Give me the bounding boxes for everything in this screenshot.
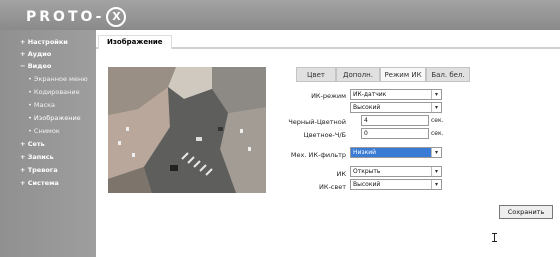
- top-header: PROTO- X: [0, 0, 560, 30]
- tab-advanced[interactable]: Дополн.: [336, 67, 380, 82]
- chevron-down-icon: ▾: [431, 167, 441, 176]
- mech-filter-select[interactable]: Низкий ▾: [350, 147, 442, 158]
- expand-icon: +: [20, 166, 26, 174]
- sidebar-item-label: Снимок: [33, 127, 60, 135]
- level-value: Высокий: [353, 104, 381, 111]
- chevron-down-icon: ▾: [431, 180, 441, 189]
- ir-value: Открыть: [353, 168, 381, 175]
- sidebar-item-label: Маска: [33, 101, 55, 109]
- sidebar-item-alarm[interactable]: + Тревога: [20, 166, 58, 174]
- sidebar-item-label: Аудио: [27, 50, 52, 58]
- ir-select[interactable]: Открыть ▾: [350, 166, 442, 177]
- sidebar-item-osd[interactable]: • Экранное меню: [28, 75, 88, 83]
- sidebar-item-label: Изображение: [33, 114, 81, 122]
- sidebar-item-label: Система: [27, 179, 59, 187]
- bw-color-label: Черный-Цветной: [288, 118, 346, 126]
- color-bw-unit: сек.: [431, 130, 444, 137]
- bw-color-input[interactable]: 4: [361, 115, 429, 126]
- expand-icon: +: [20, 50, 26, 58]
- sidebar-item-label: Тревога: [27, 166, 58, 174]
- tab-color[interactable]: Цвет: [296, 67, 336, 82]
- sidebar-item-image[interactable]: • Изображение: [28, 114, 81, 122]
- ir-mode-value: ИК-датчик: [353, 91, 387, 98]
- ir-light-select[interactable]: Высокий ▾: [350, 179, 442, 190]
- ir-light-value: Высокий: [353, 181, 381, 188]
- sidebar-item-label: Запись: [27, 153, 54, 161]
- ir-light-label: ИК-свет: [318, 183, 346, 191]
- chevron-down-icon: ▾: [431, 103, 441, 112]
- expand-icon: +: [20, 179, 26, 187]
- sidebar-item-label: Настройки: [27, 38, 68, 46]
- level-select[interactable]: Высокий ▾: [350, 102, 442, 113]
- brand-logo-text: PROTO-: [26, 9, 105, 25]
- page-title-tab[interactable]: Изображение: [98, 35, 172, 49]
- ir-mode-label: ИК-режим: [311, 92, 346, 100]
- sidebar-item-label: Сеть: [27, 140, 45, 148]
- chevron-down-icon: ▾: [431, 148, 441, 157]
- mech-filter-label: Мех. ИК-фильтр: [290, 151, 346, 159]
- brand-logo: PROTO- X: [26, 7, 127, 27]
- expand-icon: +: [20, 140, 26, 148]
- bullet-icon: •: [28, 127, 32, 135]
- sidebar-item-label: Видео: [27, 62, 52, 70]
- brand-logo-mark: X: [106, 7, 127, 27]
- sidebar-nav: + Настройки + Аудио − Видео • Экранное м…: [0, 30, 96, 257]
- ir-mode-select[interactable]: ИК-датчик ▾: [350, 89, 442, 100]
- tab-ir-mode[interactable]: Режим ИК: [380, 67, 426, 82]
- chevron-down-icon: ▾: [431, 90, 441, 99]
- save-button[interactable]: Сохранить: [499, 205, 553, 219]
- sidebar-item-network[interactable]: + Сеть: [20, 140, 45, 148]
- sidebar-item-label: Экранное меню: [33, 75, 88, 83]
- sidebar-item-settings[interactable]: + Настройки: [20, 38, 68, 46]
- bw-color-unit: сек.: [431, 117, 444, 124]
- sidebar-item-audio[interactable]: + Аудио: [20, 50, 51, 58]
- color-bw-input[interactable]: 0: [361, 128, 429, 139]
- bullet-icon: •: [28, 75, 32, 83]
- bullet-icon: •: [28, 114, 32, 122]
- sidebar-item-label: Кодирование: [33, 88, 80, 96]
- camera-preview: [108, 67, 266, 193]
- sidebar-item-encoding[interactable]: • Кодирование: [28, 88, 80, 96]
- sidebar-item-snapshot[interactable]: • Снимок: [28, 127, 60, 135]
- collapse-icon: −: [20, 62, 26, 70]
- expand-icon: +: [20, 38, 26, 46]
- camera-preview-image: [108, 67, 266, 193]
- sidebar-item-mask[interactable]: • Маска: [28, 101, 55, 109]
- bullet-icon: •: [28, 88, 32, 96]
- expand-icon: +: [20, 153, 26, 161]
- sidebar-item-record[interactable]: + Запись: [20, 153, 54, 161]
- bullet-icon: •: [28, 101, 32, 109]
- sidebar-item-system[interactable]: + Система: [20, 179, 59, 187]
- sidebar-item-video[interactable]: − Видео: [20, 62, 51, 70]
- ir-label: ИК: [336, 170, 346, 178]
- tab-white-balance[interactable]: Бал. бел.: [426, 67, 470, 82]
- color-bw-label: Цветное-Ч/Б: [303, 131, 346, 139]
- mech-filter-value: Низкий: [353, 149, 377, 156]
- text-cursor-icon: [492, 233, 497, 242]
